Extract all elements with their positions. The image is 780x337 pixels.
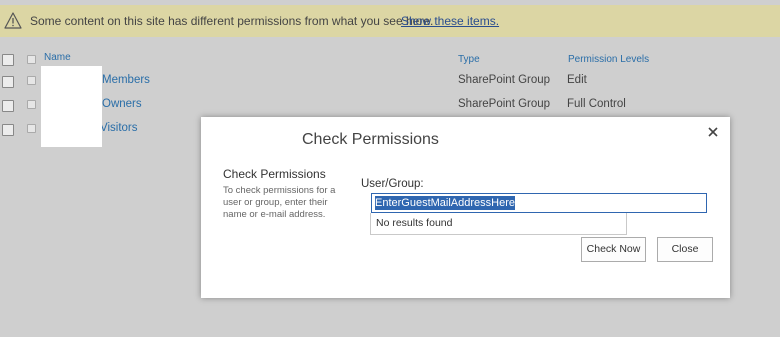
permissions-table-header: Name Type Permission Levels xyxy=(0,52,780,68)
group-name-link[interactable]: Members xyxy=(102,74,150,86)
group-permission: Full Control xyxy=(567,98,626,110)
table-row[interactable]: Members SharePoint Group Edit xyxy=(0,73,780,95)
row-checkbox[interactable] xyxy=(2,76,14,88)
column-header-name[interactable]: Name xyxy=(44,52,71,63)
group-type: SharePoint Group xyxy=(458,74,551,86)
help-text: To check permissions for a user or group… xyxy=(223,185,336,220)
section-title: Check Permissions xyxy=(223,167,326,181)
check-permissions-dialog: Check Permissions Check Permissions To c… xyxy=(201,117,730,298)
select-all-checkbox[interactable] xyxy=(2,54,14,66)
group-name-link[interactable]: Owners xyxy=(102,98,142,110)
group-type: SharePoint Group xyxy=(458,98,551,110)
show-items-link[interactable]: Show these items. xyxy=(401,14,499,28)
row-checkbox[interactable] xyxy=(2,124,14,136)
table-row[interactable]: Owners SharePoint Group Full Control xyxy=(0,97,780,119)
check-now-button[interactable]: Check Now xyxy=(581,237,646,262)
redacted-area xyxy=(41,66,102,147)
select-all-item-checkbox[interactable] xyxy=(27,55,36,64)
group-name-link[interactable]: Visitors xyxy=(100,122,138,134)
close-button[interactable]: Close xyxy=(657,237,713,262)
close-icon[interactable] xyxy=(706,125,720,139)
banner-message: Some content on this site has different … xyxy=(30,14,434,28)
column-header-permission[interactable]: Permission Levels xyxy=(568,54,649,65)
row-checkbox[interactable] xyxy=(2,100,14,112)
row-item-checkbox[interactable] xyxy=(27,76,36,85)
user-group-label: User/Group: xyxy=(361,178,424,190)
column-header-type[interactable]: Type xyxy=(458,54,480,65)
dialog-title: Check Permissions xyxy=(302,131,439,148)
row-item-checkbox[interactable] xyxy=(27,124,36,133)
group-permission: Edit xyxy=(567,74,587,86)
input-selected-text: EnterGuestMailAddressHere xyxy=(375,196,516,210)
people-picker-suggestions: No results found xyxy=(370,213,627,235)
user-group-input[interactable]: EnterGuestMailAddressHere xyxy=(371,193,707,213)
warning-icon xyxy=(4,12,22,29)
row-item-checkbox[interactable] xyxy=(27,100,36,109)
permissions-warning-banner: Some content on this site has different … xyxy=(0,5,780,37)
